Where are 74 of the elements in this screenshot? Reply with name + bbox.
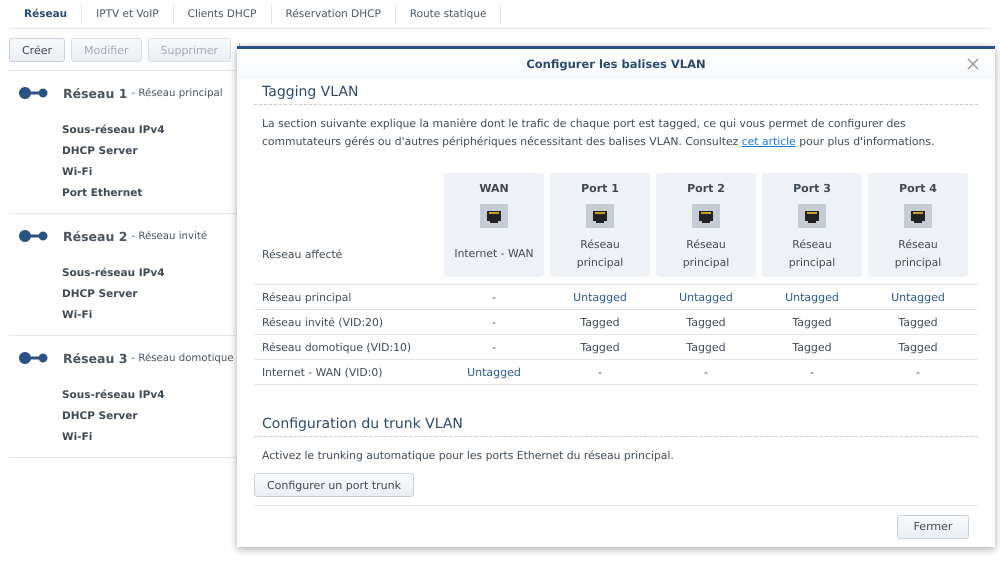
field-label: Sous-réseau IPv4 <box>62 266 166 281</box>
section-heading: Configuration du trunk VLAN <box>254 411 978 437</box>
table-cell: Tagged <box>792 316 832 328</box>
configure-trunk-button[interactable]: Configurer un port trunk <box>254 473 414 497</box>
field-label: Sous-réseau IPv4 <box>62 123 166 138</box>
toolbar-button[interactable]: Créer <box>9 38 66 62</box>
port-network: Internet - WAN <box>453 246 535 262</box>
network-icon <box>19 87 49 99</box>
network-title: Réseau 2 <box>63 228 128 244</box>
ethernet-port-icon <box>480 204 508 228</box>
row-label: Réseau invité (VID:20) <box>261 316 384 328</box>
article-link[interactable]: cet article <box>742 135 796 148</box>
network-subtitle: - Réseau domotique <box>131 352 234 364</box>
column-label: Réseau affecté <box>261 248 344 263</box>
port-name: Port 3 <box>793 182 831 195</box>
field-label: DHCP Server <box>62 144 139 159</box>
table-cell: - <box>916 366 920 378</box>
row-label: Internet - WAN (VID:0) <box>261 366 384 378</box>
network-subtitle: - Réseau principal <box>131 88 223 98</box>
close-icon[interactable] <box>967 58 979 70</box>
field-label: Wi-Fi <box>62 308 94 323</box>
ethernet-port-icon <box>586 204 614 228</box>
close-button[interactable]: Fermer <box>897 514 969 538</box>
tab[interactable]: Réseau <box>10 4 82 24</box>
dialog-title: Configurer les balises VLAN <box>526 57 706 71</box>
port-network: Réseau principal <box>576 237 624 271</box>
table-cell: Tagged <box>580 340 620 354</box>
table-cell: Untagged <box>785 290 839 304</box>
port-name: WAN <box>479 182 509 195</box>
port-name: Port 1 <box>581 182 619 195</box>
tab[interactable]: Route statique <box>396 4 502 24</box>
field-label: DHCP Server <box>62 409 139 424</box>
row-label: Réseau domotique (VID:10) <box>261 340 412 354</box>
tab[interactable]: IPTV et VoIP <box>82 4 174 24</box>
table-cell: - <box>492 340 496 354</box>
field-label: Port Ethernet <box>62 186 144 201</box>
trunk-description: Activez le trunking automatique pour les ports Ethernet du réseau principal. <box>262 448 675 464</box>
network-icon <box>19 230 49 242</box>
ethernet-port-icon <box>692 204 720 228</box>
table-cell: - <box>810 366 814 378</box>
table-cell: Tagged <box>686 316 726 328</box>
table-cell: - <box>704 366 708 378</box>
table-cell: Tagged <box>898 340 938 354</box>
network-icon <box>19 352 49 364</box>
table-cell: Untagged <box>467 366 521 378</box>
ethernet-port-icon <box>798 204 826 228</box>
table-cell: Untagged <box>573 290 627 304</box>
description-text: La section suivante explique la manière dont le trafic de chaque port est tagged, ce qui vous permet de configurer des commutateurs gérés ou d'autres périphériques nécessitant des balises VLAN. Consultez cet article pour plus d'informations. <box>262 116 936 150</box>
row-label: Réseau principal <box>261 290 352 304</box>
tab[interactable]: Clients DHCP <box>174 4 272 24</box>
ethernet-port-icon <box>904 204 932 228</box>
network-title: Réseau 1 <box>63 86 128 100</box>
port-network: Réseau principal <box>788 237 836 271</box>
network-title: Réseau 3 <box>63 350 128 366</box>
table-cell: Tagged <box>792 340 832 354</box>
network-subtitle: - Réseau invité <box>131 230 208 242</box>
field-label: Sous-réseau IPv4 <box>62 388 166 403</box>
section-heading: Tagging VLAN <box>254 79 978 105</box>
field-label: DHCP Server <box>62 287 139 302</box>
table-cell: - <box>598 366 602 378</box>
port-name: Port 4 <box>899 182 937 195</box>
table-cell: - <box>492 290 496 304</box>
port-network: Réseau principal <box>894 237 942 271</box>
field-label: Wi-Fi <box>62 165 94 180</box>
port-name: Port 2 <box>687 182 725 195</box>
table-cell: Tagged <box>898 316 938 328</box>
table-cell: Untagged <box>891 290 945 304</box>
table-cell: - <box>492 316 496 328</box>
table-cell: Untagged <box>679 290 733 304</box>
port-network: Réseau principal <box>682 237 730 271</box>
field-label: Wi-Fi <box>62 430 94 445</box>
table-cell: Tagged <box>686 340 726 354</box>
tab[interactable]: Réservation DHCP <box>272 4 396 24</box>
table-cell: Tagged <box>580 316 620 328</box>
